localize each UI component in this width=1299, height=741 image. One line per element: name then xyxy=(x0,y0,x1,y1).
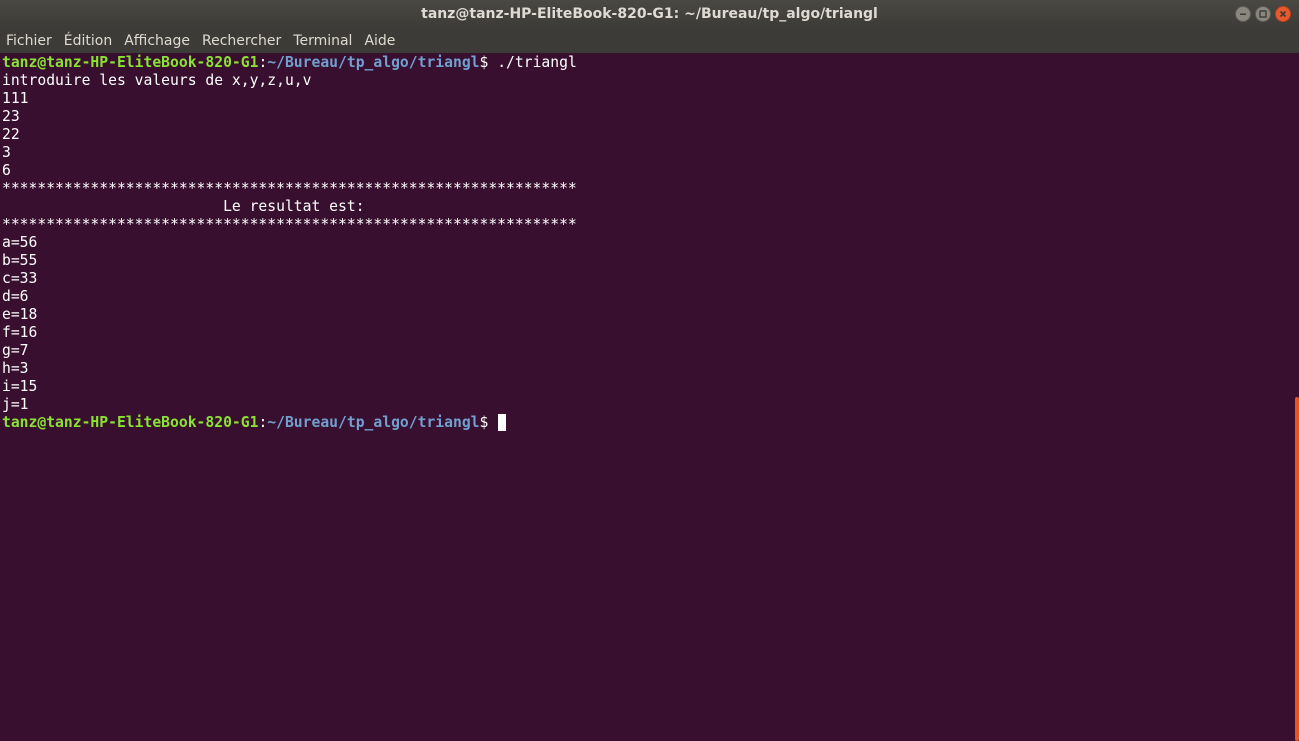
window-controls xyxy=(1235,6,1291,23)
prompt-user: tanz@tanz-HP-EliteBook-820-G1 xyxy=(2,414,259,431)
output-line: 22 xyxy=(2,126,20,143)
output-line: 23 xyxy=(2,108,20,125)
menu-rechercher[interactable]: Rechercher xyxy=(196,29,287,53)
terminal-output[interactable]: tanz@tanz-HP-EliteBook-820-G1:~/Bureau/t… xyxy=(0,53,1293,741)
output-line: 3 xyxy=(2,144,11,161)
window-title: tanz@tanz-HP-EliteBook-820-G1: ~/Bureau/… xyxy=(421,6,878,22)
prompt-separator: : xyxy=(258,414,268,431)
output-line: ****************************************… xyxy=(2,180,577,197)
command-line: tanz@tanz-HP-EliteBook-820-G1:~/Bureau/t… xyxy=(0,54,1293,72)
minimize-button[interactable] xyxy=(1235,6,1251,22)
prompt-dollar: $ xyxy=(479,54,498,71)
prompt-path: ~/Bureau/tp_algo/triangl xyxy=(267,54,480,71)
menu-bar: Fichier Édition Affichage Rechercher Ter… xyxy=(0,29,1299,53)
scrollbar-thumb[interactable] xyxy=(1295,397,1299,741)
command-text: ./triangl xyxy=(497,54,577,71)
output-line: c=33 xyxy=(2,270,38,287)
output-line: Le resultat est: xyxy=(2,198,365,215)
output-line: d=6 xyxy=(2,288,29,305)
output-line: i=15 xyxy=(2,378,38,395)
prompt-path: ~/Bureau/tp_algo/triangl xyxy=(267,414,480,431)
output-line: e=18 xyxy=(2,306,38,323)
menu-affichage[interactable]: Affichage xyxy=(118,29,196,53)
menu-terminal[interactable]: Terminal xyxy=(287,29,358,53)
output-line: 6 xyxy=(2,162,11,179)
output-line: 111 xyxy=(2,90,29,107)
output-line: introduire les valeurs de x,y,z,u,v xyxy=(2,72,312,89)
output-line: j=1 xyxy=(2,396,29,413)
menu-aide[interactable]: Aide xyxy=(358,29,401,53)
prompt-user: tanz@tanz-HP-EliteBook-820-G1 xyxy=(2,54,259,71)
maximize-button[interactable] xyxy=(1255,6,1271,22)
minimize-icon xyxy=(1240,13,1246,15)
menu-edition[interactable]: Édition xyxy=(58,29,118,53)
terminal-window: tanz@tanz-HP-EliteBook-820-G1: ~/Bureau/… xyxy=(0,0,1299,741)
title-bar[interactable]: tanz@tanz-HP-EliteBook-820-G1: ~/Bureau/… xyxy=(0,0,1299,29)
menu-fichier[interactable]: Fichier xyxy=(0,29,58,53)
scrollbar[interactable] xyxy=(1293,53,1299,741)
current-prompt-line[interactable]: tanz@tanz-HP-EliteBook-820-G1:~/Bureau/t… xyxy=(0,414,1293,432)
output-line: h=3 xyxy=(2,360,29,377)
output-line: ****************************************… xyxy=(2,216,577,233)
close-icon xyxy=(1279,10,1287,18)
prompt-separator: : xyxy=(258,54,268,71)
text-cursor xyxy=(498,414,507,431)
output-line: a=56 xyxy=(2,234,38,251)
output-line: g=7 xyxy=(2,342,29,359)
maximize-icon xyxy=(1259,10,1267,18)
close-button[interactable] xyxy=(1275,6,1291,22)
output-line: f=16 xyxy=(2,324,38,341)
output-line: b=55 xyxy=(2,252,38,269)
prompt-dollar: $ xyxy=(479,414,498,431)
